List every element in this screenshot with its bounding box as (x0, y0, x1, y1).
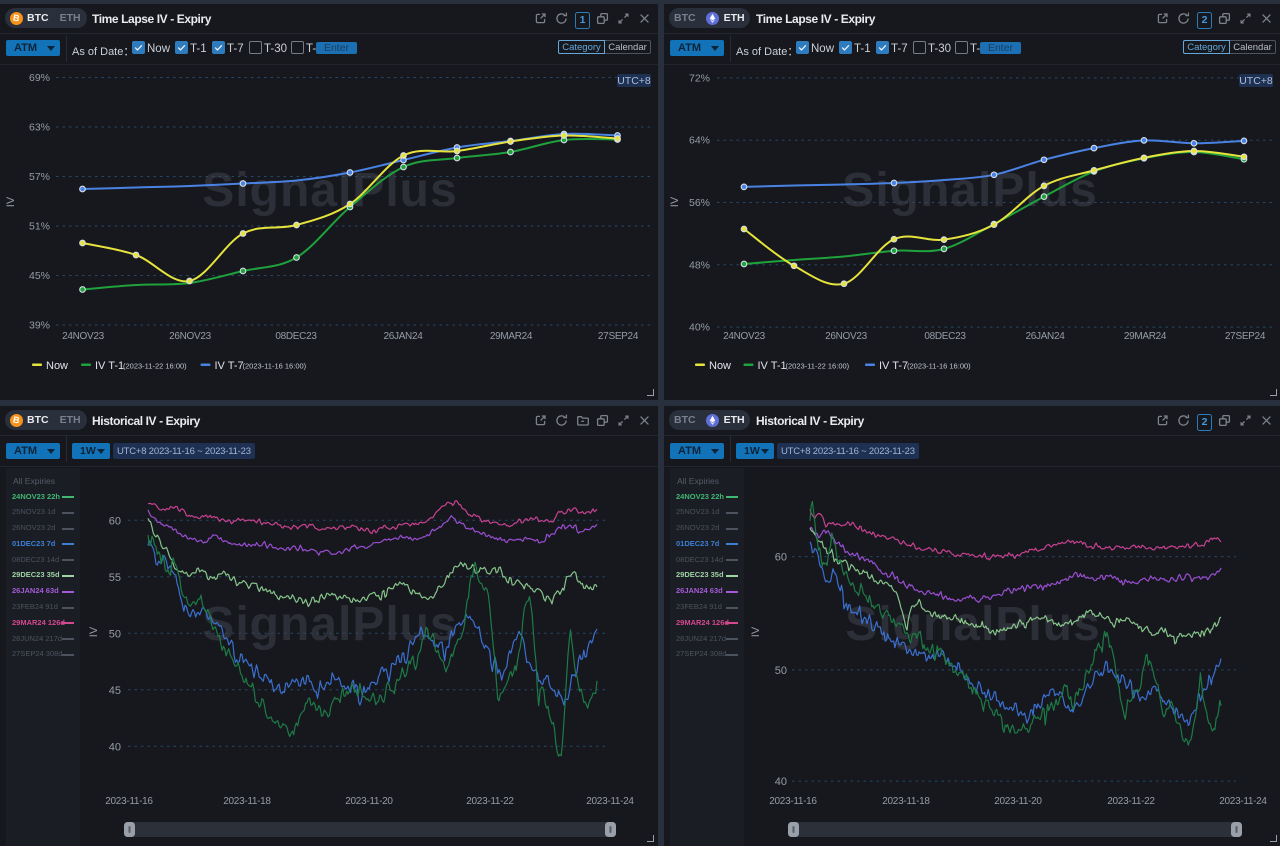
svg-text:IV T-7: IV T-7 (215, 360, 244, 372)
svg-text:(2023-11-22 16:00): (2023-11-22 16:00) (786, 362, 850, 371)
svg-text:26NOV23: 26NOV23 (825, 331, 868, 342)
svg-text:IV: IV (5, 196, 17, 207)
svg-text:2023-11-20: 2023-11-20 (345, 796, 393, 807)
svg-text:40: 40 (775, 776, 787, 788)
svg-text:2023-11-20: 2023-11-20 (994, 796, 1042, 807)
svg-text:39%: 39% (29, 320, 50, 332)
svg-text:SignalPlus: SignalPlus (842, 164, 1097, 217)
svg-text:45: 45 (109, 685, 121, 697)
svg-text:IV T-1: IV T-1 (95, 360, 124, 372)
svg-text:51%: 51% (29, 221, 50, 233)
svg-text:24NOV23: 24NOV23 (62, 331, 105, 342)
svg-text:72%: 72% (689, 72, 710, 84)
svg-text:(2023-11-16 16:00): (2023-11-16 16:00) (907, 362, 971, 371)
svg-text:29MAR24: 29MAR24 (490, 331, 533, 342)
svg-text:Now: Now (46, 360, 68, 372)
svg-text:UTC+8: UTC+8 (617, 75, 651, 87)
svg-text:08DEC23: 08DEC23 (275, 331, 317, 342)
svg-text:50: 50 (109, 628, 121, 640)
svg-text:IV: IV (88, 626, 100, 637)
svg-text:(2023-11-22 16:00): (2023-11-22 16:00) (123, 362, 187, 371)
svg-text:24NOV23: 24NOV23 (723, 331, 766, 342)
svg-text:2023-11-16: 2023-11-16 (769, 796, 817, 807)
svg-text:IV: IV (750, 626, 762, 637)
svg-text:2023-11-22: 2023-11-22 (1107, 796, 1155, 807)
svg-text:27SEP24: 27SEP24 (598, 331, 639, 342)
svg-text:56%: 56% (689, 197, 710, 209)
svg-text:2023-11-24: 2023-11-24 (1219, 796, 1267, 807)
svg-text:50: 50 (775, 665, 787, 677)
svg-text:2023-11-16: 2023-11-16 (105, 796, 153, 807)
svg-text:26NOV23: 26NOV23 (169, 331, 212, 342)
svg-text:2023-11-18: 2023-11-18 (223, 796, 271, 807)
svg-text:IV T-7: IV T-7 (879, 360, 908, 372)
svg-text:69%: 69% (29, 72, 50, 84)
svg-text:IV T-1: IV T-1 (758, 360, 787, 372)
svg-text:63%: 63% (29, 122, 50, 134)
svg-text:27SEP24: 27SEP24 (1225, 331, 1266, 342)
svg-text:60: 60 (775, 552, 787, 564)
svg-text:45%: 45% (29, 270, 50, 282)
svg-text:2023-11-22: 2023-11-22 (466, 796, 514, 807)
svg-text:64%: 64% (689, 135, 710, 147)
svg-text:(2023-11-16 16:00): (2023-11-16 16:00) (243, 362, 307, 371)
svg-text:60: 60 (109, 515, 121, 527)
svg-text:57%: 57% (29, 171, 50, 183)
svg-text:26JAN24: 26JAN24 (1025, 331, 1065, 342)
svg-text:40: 40 (109, 741, 121, 753)
svg-text:Now: Now (709, 360, 731, 372)
svg-text:29MAR24: 29MAR24 (1124, 331, 1167, 342)
svg-text:40%: 40% (689, 322, 710, 334)
svg-text:55: 55 (109, 572, 121, 584)
svg-text:SignalPlus: SignalPlus (202, 598, 457, 651)
svg-text:UTC+8: UTC+8 (1239, 75, 1273, 87)
svg-text:2023-11-24: 2023-11-24 (586, 796, 634, 807)
svg-text:SignalPlus: SignalPlus (202, 164, 457, 217)
svg-text:2023-11-18: 2023-11-18 (882, 796, 930, 807)
svg-text:08DEC23: 08DEC23 (924, 331, 966, 342)
svg-text:26JAN24: 26JAN24 (383, 331, 423, 342)
svg-text:48%: 48% (689, 259, 710, 271)
svg-text:IV: IV (669, 196, 681, 207)
